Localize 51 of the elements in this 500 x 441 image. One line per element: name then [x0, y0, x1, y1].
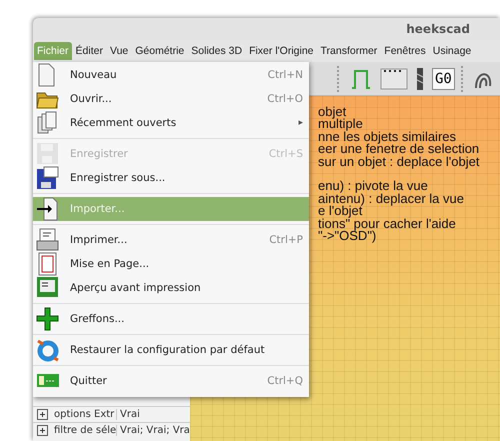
- dotted-block-icon[interactable]: [380, 66, 408, 92]
- help-text: multiple: [318, 118, 364, 131]
- help-text: sur un objet : deplace l'objet: [318, 156, 480, 168]
- toolbar-grip[interactable]: [460, 66, 466, 92]
- tool-bit-icon[interactable]: [414, 66, 426, 92]
- menu-item[interactable]: Éditer: [72, 42, 106, 60]
- menu-item[interactable]: Usinage: [430, 42, 474, 60]
- menu-item[interactable]: Greffons...: [33, 307, 309, 331]
- submenu-arrow-icon: ▸: [298, 118, 303, 128]
- shortcut-text: Ctrl+O: [267, 93, 303, 105]
- help-text: objet: [318, 106, 346, 118]
- property-value: Vrai: [116, 409, 140, 420]
- menu-item[interactable]: Fixer l'Origine: [246, 42, 316, 60]
- toolbar-grip[interactable]: [337, 66, 342, 92]
- shortcut-text: Ctrl+S: [268, 148, 303, 160]
- menu-item[interactable]: Géométrie: [132, 42, 188, 60]
- menu-item[interactable]: Imprimer... Ctrl+P: [33, 228, 309, 252]
- reset-icon: [36, 338, 60, 362]
- printer-icon: [36, 228, 60, 252]
- expand-icon[interactable]: [37, 425, 48, 436]
- menu-item[interactable]: Solides 3D: [188, 42, 246, 60]
- window-title: heekscad: [406, 22, 470, 36]
- property-name: options Extr: [54, 409, 116, 420]
- help-text: enu) : pivote la vue: [318, 180, 429, 193]
- help-text: eer une fenetre de selection: [318, 143, 480, 156]
- import-arrow-icon: [36, 197, 60, 221]
- menu-item[interactable]: Récemment ouverts ▸: [33, 111, 309, 135]
- help-text: tions" pour cacher l'aide: [318, 218, 457, 230]
- menu-item[interactable]: Restaurer la configuration par défaut: [33, 338, 309, 362]
- help-text: "->"OSD"): [318, 230, 376, 242]
- menu-item[interactable]: Ouvrir... Ctrl+O: [33, 87, 309, 111]
- floppy-disk-icon: [36, 166, 60, 190]
- menu-item[interactable]: Aperçu avant impression: [33, 276, 309, 300]
- menu-item[interactable]: Nouveau Ctrl+N: [33, 63, 309, 87]
- shortcut-text: Ctrl+N: [268, 69, 303, 81]
- shortcut-text: Ctrl+P: [269, 234, 303, 246]
- menu-item[interactable]: Enregistrer sous...: [33, 166, 309, 190]
- shortcut-text: Ctrl+Q: [267, 375, 303, 387]
- menu-item[interactable]: Fenêtres: [381, 42, 429, 60]
- property-name: filtre de séle: [54, 425, 116, 436]
- help-text: aintenu) : deplacer la vue: [318, 192, 465, 206]
- plus-icon: [36, 307, 60, 331]
- help-text: e l'objet: [318, 205, 362, 218]
- monitor-icon: [36, 276, 60, 300]
- menu-item[interactable]: Mise en Page...: [33, 252, 309, 276]
- menu-item[interactable]: Vue: [106, 42, 132, 60]
- rapid-move-button[interactable]: G0: [432, 68, 455, 90]
- help-text: nne les objets similaires: [318, 130, 456, 144]
- menu-item[interactable]: Transformer: [318, 42, 380, 60]
- expand-icon[interactable]: [37, 409, 48, 420]
- menu-item[interactable]: Quitter Ctrl+Q: [33, 369, 309, 393]
